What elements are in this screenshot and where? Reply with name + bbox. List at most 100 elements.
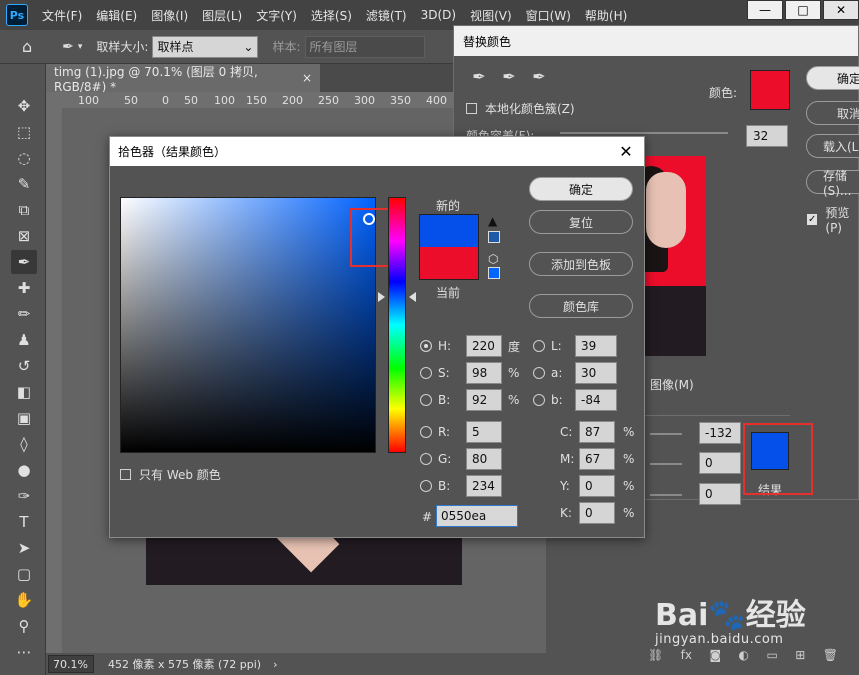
eyedropper-minus-icon[interactable]: ✒ <box>529 66 549 86</box>
hue-slider-handle-right[interactable] <box>409 292 416 302</box>
hue-slider-handle-left[interactable] <box>378 292 385 302</box>
hue-input[interactable]: -132 <box>699 422 741 444</box>
gamut-correction-swatch[interactable] <box>488 231 500 243</box>
menu-3d[interactable]: 3D(D) <box>421 8 456 22</box>
magenta-input[interactable]: 67 <box>579 448 615 470</box>
vertical-ruler[interactable] <box>46 108 62 653</box>
hue-input[interactable]: 220 <box>466 335 502 357</box>
preview-checkbox[interactable]: ✓ 预览(P) <box>807 204 858 235</box>
home-icon[interactable]: ⌂ <box>22 37 32 56</box>
web-safe-swatch[interactable] <box>488 267 500 279</box>
menu-image[interactable]: 图像(I) <box>151 7 188 24</box>
hue-radio[interactable] <box>420 340 432 352</box>
sample-layers-select[interactable]: 所有图层 <box>304 35 425 58</box>
adjustment-layer-icon[interactable]: ◐ <box>739 648 749 668</box>
brush-tool-icon[interactable]: ✏ <box>11 302 37 326</box>
link-layers-icon[interactable]: ⛓ <box>648 648 663 668</box>
hand-tool-icon[interactable]: ✋ <box>11 588 37 612</box>
fuzziness-input[interactable]: 32 <box>746 125 788 147</box>
horizontal-ruler[interactable]: 100 50 0 50 100 150 200 250 300 350 400 <box>62 92 462 108</box>
brightness-input[interactable]: 92 <box>466 389 502 411</box>
hex-input[interactable]: 0550ea <box>436 505 518 527</box>
portrait-photo-canvas[interactable] <box>146 537 462 585</box>
color-libraries-button[interactable]: 颜色库 <box>529 294 633 318</box>
dodge-tool-icon[interactable]: ● <box>11 458 37 482</box>
blur-tool-icon[interactable]: ◊ <box>11 432 37 456</box>
lightness-slider[interactable] <box>650 494 682 496</box>
crop-tool-icon[interactable]: ⧉ <box>11 198 37 222</box>
lab-a-input[interactable]: 30 <box>575 362 617 384</box>
lab-l-radio[interactable] <box>533 340 545 352</box>
saturation-brightness-field[interactable] <box>120 197 376 453</box>
menu-filter[interactable]: 滤镜(T) <box>366 7 407 24</box>
add-to-swatches-button[interactable]: 添加到色板 <box>529 252 633 276</box>
web-safe-cube-icon[interactable]: ⬡ <box>488 252 498 266</box>
menu-file[interactable]: 文件(F) <box>42 7 82 24</box>
picker-reset-button[interactable]: 复位 <box>529 210 633 234</box>
history-brush-icon[interactable]: ↺ <box>11 354 37 378</box>
menu-help[interactable]: 帮助(H) <box>585 7 627 24</box>
marquee-tool-icon[interactable]: ⬚ <box>11 120 37 144</box>
red-radio[interactable] <box>420 426 432 438</box>
black-input[interactable]: 0 <box>579 502 615 524</box>
eyedropper-plus-icon[interactable]: ✒ <box>499 66 519 86</box>
saturation-radio[interactable] <box>420 367 432 379</box>
maximize-button[interactable]: □ <box>785 0 821 20</box>
close-icon[interactable]: ✕ <box>616 141 636 161</box>
path-select-icon[interactable]: ➤ <box>11 536 37 560</box>
saturation-slider[interactable] <box>650 463 682 465</box>
quick-select-tool-icon[interactable]: ✎ <box>11 172 37 196</box>
checkbox-box[interactable] <box>466 103 477 114</box>
menu-select[interactable]: 选择(S) <box>311 7 352 24</box>
clone-stamp-icon[interactable]: ♟ <box>11 328 37 352</box>
picker-ok-button[interactable]: 确定 <box>529 177 633 201</box>
current-color-swatch[interactable] <box>419 247 479 280</box>
replace-cancel-button[interactable]: 取消 <box>806 101 859 125</box>
checkbox-box[interactable] <box>120 469 131 480</box>
save-button[interactable]: 存储(S)... <box>806 169 859 198</box>
layer-mask-icon[interactable]: ◙ <box>709 648 721 668</box>
new-layer-icon[interactable]: ⊞ <box>795 648 805 668</box>
shape-tool-icon[interactable]: ▢ <box>11 562 37 586</box>
menu-type[interactable]: 文字(Y) <box>256 7 297 24</box>
eraser-tool-icon[interactable]: ◧ <box>11 380 37 404</box>
eyedropper-icon[interactable]: ✒ <box>469 66 489 86</box>
menu-view[interactable]: 视图(V) <box>470 7 512 24</box>
sample-size-select[interactable]: 取样点 ⌄ <box>152 35 259 58</box>
frame-tool-icon[interactable]: ⊠ <box>11 224 37 248</box>
trash-icon[interactable]: 🗑 <box>823 648 838 668</box>
checkbox-checked-icon[interactable]: ✓ <box>807 214 818 225</box>
color-field-marker[interactable] <box>363 213 375 225</box>
document-tab[interactable]: timg (1).jpg @ 70.1% (图层 0 拷贝, RGB/8#) *… <box>46 64 320 94</box>
layer-style-icon[interactable]: fx <box>681 648 692 668</box>
lab-a-radio[interactable] <box>533 367 545 379</box>
lightness-input[interactable]: 0 <box>699 483 741 505</box>
type-tool-icon[interactable]: T <box>11 510 37 534</box>
eyedropper-tool-icon[interactable]: ✒ <box>11 250 37 274</box>
eyedropper-tool-icon[interactable]: ✒ <box>62 39 74 55</box>
saturation-input[interactable]: 0 <box>699 452 741 474</box>
more-tools-icon[interactable]: ⋯ <box>11 640 37 664</box>
web-colors-only-checkbox[interactable]: 只有 Web 颜色 <box>120 466 221 483</box>
lasso-tool-icon[interactable]: ◌ <box>11 146 37 170</box>
replace-ok-button[interactable]: 确定 <box>806 66 859 90</box>
saturation-input[interactable]: 98 <box>466 362 502 384</box>
menu-window[interactable]: 窗口(W) <box>526 7 571 24</box>
blue-radio[interactable] <box>420 480 432 492</box>
gamut-warning-icon[interactable]: ▲ <box>488 214 497 228</box>
move-tool-icon[interactable]: ✥ <box>11 94 37 118</box>
localized-clusters-checkbox[interactable]: 本地化颜色簇(Z) <box>466 100 575 117</box>
source-color-swatch[interactable] <box>750 70 790 110</box>
lab-l-input[interactable]: 39 <box>575 335 617 357</box>
menu-edit[interactable]: 编辑(E) <box>96 7 137 24</box>
lab-b-radio[interactable] <box>533 394 545 406</box>
zoom-tool-icon[interactable]: ⚲ <box>11 614 37 638</box>
ruler-origin[interactable] <box>46 92 62 108</box>
hue-slider[interactable] <box>650 433 682 435</box>
load-button[interactable]: 载入(L)... <box>806 134 859 158</box>
green-radio[interactable] <box>420 453 432 465</box>
status-menu-arrow-icon[interactable]: › <box>273 658 277 671</box>
brightness-radio[interactable] <box>420 394 432 406</box>
green-input[interactable]: 80 <box>466 448 502 470</box>
gradient-tool-icon[interactable]: ▣ <box>11 406 37 430</box>
